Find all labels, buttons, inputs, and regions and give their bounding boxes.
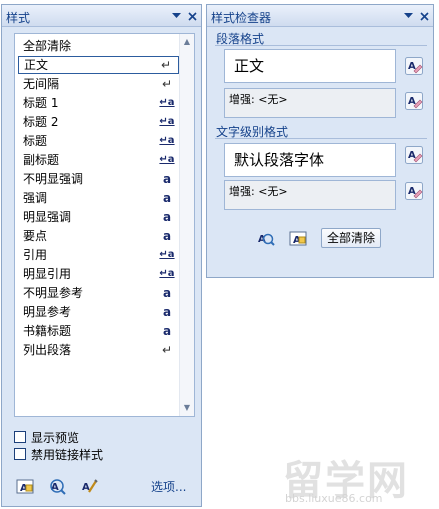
show-preview-checkbox-row[interactable]: 显示预览 <box>14 429 79 445</box>
style-list-item[interactable]: 列出段落 ↵ <box>18 341 179 359</box>
character-style-icon: a <box>162 324 172 338</box>
reveal-formatting-icon: A <box>258 233 275 246</box>
pane-menu-dropdown-icon[interactable] <box>400 8 416 24</box>
style-inspector-button[interactable]: A <box>46 475 68 497</box>
close-icon[interactable] <box>416 8 432 24</box>
style-list-item[interactable]: 明显强调 a <box>18 208 179 226</box>
linked-style-icon: ↵a <box>159 249 175 260</box>
character-style-icon: a <box>162 305 172 319</box>
clear-format-icon: A <box>405 92 423 110</box>
options-link[interactable]: 选项... <box>151 478 186 495</box>
scroll-up-icon[interactable]: ▲ <box>182 37 192 47</box>
style-item-label: 书籍标题 <box>23 324 72 338</box>
styles-list-scrollbar[interactable]: ▲ ▼ <box>179 34 194 416</box>
style-list-item[interactable]: 不明显参考 a <box>18 284 179 302</box>
style-list-item[interactable]: 标题 ↵a <box>18 132 179 150</box>
styles-pane: 样式 全部清除 正文 ↵ 无间隔 ↵ 标题 1 ↵a 标题 2 ↵a 标题 ↵a 副标题 ↵a 不明显强调… <box>1 4 202 507</box>
show-preview-checkbox[interactable] <box>14 431 26 443</box>
new-style-icon: A <box>16 479 34 494</box>
section-divider <box>215 45 427 46</box>
watermark-logo-text: 留学网 <box>283 458 409 504</box>
style-item-label: 标题 <box>23 134 48 148</box>
clear-all-button[interactable]: 全部清除 <box>321 228 382 248</box>
disable-linked-styles-label: 禁用链接样式 <box>31 447 104 462</box>
style-item-label: 明显强调 <box>23 210 72 224</box>
disable-linked-styles-checkbox-row[interactable]: 禁用链接样式 <box>14 446 103 462</box>
clear-paragraph-formatting-button[interactable]: A <box>403 90 425 112</box>
style-list-item[interactable]: 全部清除 <box>18 37 179 55</box>
watermark-url-text: bbs.liuxue86.com <box>285 492 383 505</box>
style-item-label: 无间隔 <box>23 77 60 91</box>
style-list-item[interactable]: 要点 a <box>18 227 179 245</box>
style-inspector-icon: A <box>50 479 66 495</box>
styles-pane-title: 样式 <box>6 11 31 25</box>
style-item-label: 全部清除 <box>23 39 72 53</box>
inspector-title-bar[interactable]: 样式检查器 <box>207 5 433 27</box>
style-item-label: 标题 2 <box>23 115 59 129</box>
style-item-label: 强调 <box>23 191 48 205</box>
show-preview-label: 显示预览 <box>31 430 80 445</box>
disable-linked-styles-checkbox[interactable] <box>14 448 26 460</box>
style-item-label: 列出段落 <box>23 343 72 357</box>
inspector-title: 样式检查器 <box>211 11 272 25</box>
reset-paragraph-style-button[interactable]: A <box>403 55 425 77</box>
clear-format-icon: A <box>405 182 423 200</box>
new-style-button[interactable]: A <box>14 475 36 497</box>
manage-styles-icon: A <box>82 479 98 493</box>
style-list-item[interactable]: 明显引用 ↵a <box>18 265 179 283</box>
character-style-icon: a <box>162 191 172 205</box>
character-style-icon: a <box>162 172 172 186</box>
linked-style-icon: ↵a <box>159 135 175 146</box>
styles-pane-title-bar[interactable]: 样式 <box>2 5 201 27</box>
clear-format-icon: A <box>405 146 423 164</box>
character-style-icon: a <box>162 229 172 243</box>
new-style-icon: A <box>289 231 307 246</box>
clear-text-formatting-button[interactable]: A <box>403 180 425 202</box>
paragraph-style-icon: ↵ <box>161 343 173 357</box>
clear-format-icon: A <box>405 57 423 75</box>
style-item-label: 不明显参考 <box>23 286 84 300</box>
style-list-item[interactable]: 引用 ↵a <box>18 246 179 264</box>
style-list-item[interactable]: 正文 ↵ <box>18 56 179 74</box>
text-style-value: 默认段落字体 <box>224 143 396 177</box>
style-item-label: 明显参考 <box>23 305 72 319</box>
style-list-item[interactable]: 副标题 ↵a <box>18 151 179 169</box>
style-item-label: 标题 1 <box>23 96 59 110</box>
style-list-item[interactable]: 无间隔 ↵ <box>18 75 179 93</box>
styles-list[interactable]: 全部清除 正文 ↵ 无间隔 ↵ 标题 1 ↵a 标题 2 ↵a 标题 ↵a 副标题 ↵a 不明显强调 a 强调… <box>14 33 195 417</box>
linked-style-icon: ↵a <box>159 268 175 279</box>
style-item-label: 明显引用 <box>23 267 72 281</box>
linked-style-icon: ↵a <box>159 97 175 108</box>
paragraph-style-icon: ↵ <box>161 77 173 91</box>
character-style-icon: a <box>162 286 172 300</box>
reveal-formatting-button[interactable]: A <box>255 227 277 249</box>
text-plus-value: 增强: <无> <box>224 180 396 210</box>
style-list-item[interactable]: 不明显强调 a <box>18 170 179 188</box>
paragraph-style-icon: ↵ <box>160 58 172 72</box>
style-list-item[interactable]: 明显参考 a <box>18 303 179 321</box>
style-item-label: 副标题 <box>23 153 60 167</box>
paragraph-plus-value: 增强: <无> <box>224 88 396 118</box>
pane-menu-dropdown-icon[interactable] <box>168 8 184 24</box>
paragraph-style-value: 正文 <box>224 49 396 83</box>
character-style-icon: a <box>162 210 172 224</box>
style-list-item[interactable]: 强调 a <box>18 189 179 207</box>
scroll-down-icon[interactable]: ▼ <box>182 403 192 413</box>
style-list-item[interactable]: 标题 2 ↵a <box>18 113 179 131</box>
style-list-item[interactable]: 书籍标题 a <box>18 322 179 340</box>
linked-style-icon: ↵a <box>159 116 175 127</box>
close-icon[interactable] <box>184 8 200 24</box>
style-inspector-pane: 样式检查器 段落格式 正文 A 增强: <无> A 文字级别格式 默认段落字体 … <box>206 4 434 278</box>
style-item-label: 正文 <box>24 58 49 72</box>
site-watermark: 留学网 bbs.liuxue86.com <box>277 448 437 508</box>
new-style-button[interactable]: A <box>287 227 309 249</box>
section-divider <box>215 138 427 139</box>
linked-style-icon: ↵a <box>159 154 175 165</box>
style-item-label: 不明显强调 <box>23 172 84 186</box>
manage-styles-button[interactable]: A <box>78 475 100 497</box>
style-list-item[interactable]: 标题 1 ↵a <box>18 94 179 112</box>
reset-text-style-button[interactable]: A <box>403 144 425 166</box>
style-item-label: 引用 <box>23 248 48 262</box>
style-item-label: 要点 <box>23 229 48 243</box>
